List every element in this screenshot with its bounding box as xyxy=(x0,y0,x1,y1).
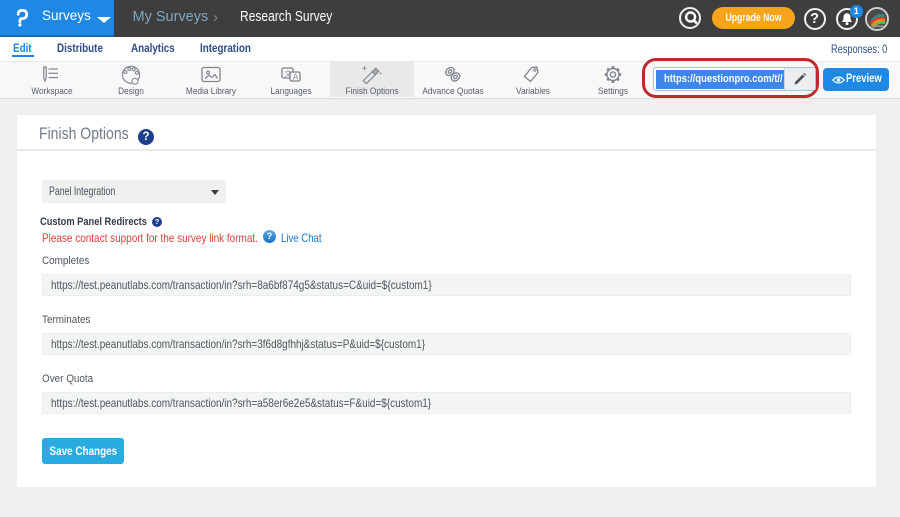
svg-text:A: A xyxy=(293,72,299,81)
svg-text:文: 文 xyxy=(285,69,292,78)
